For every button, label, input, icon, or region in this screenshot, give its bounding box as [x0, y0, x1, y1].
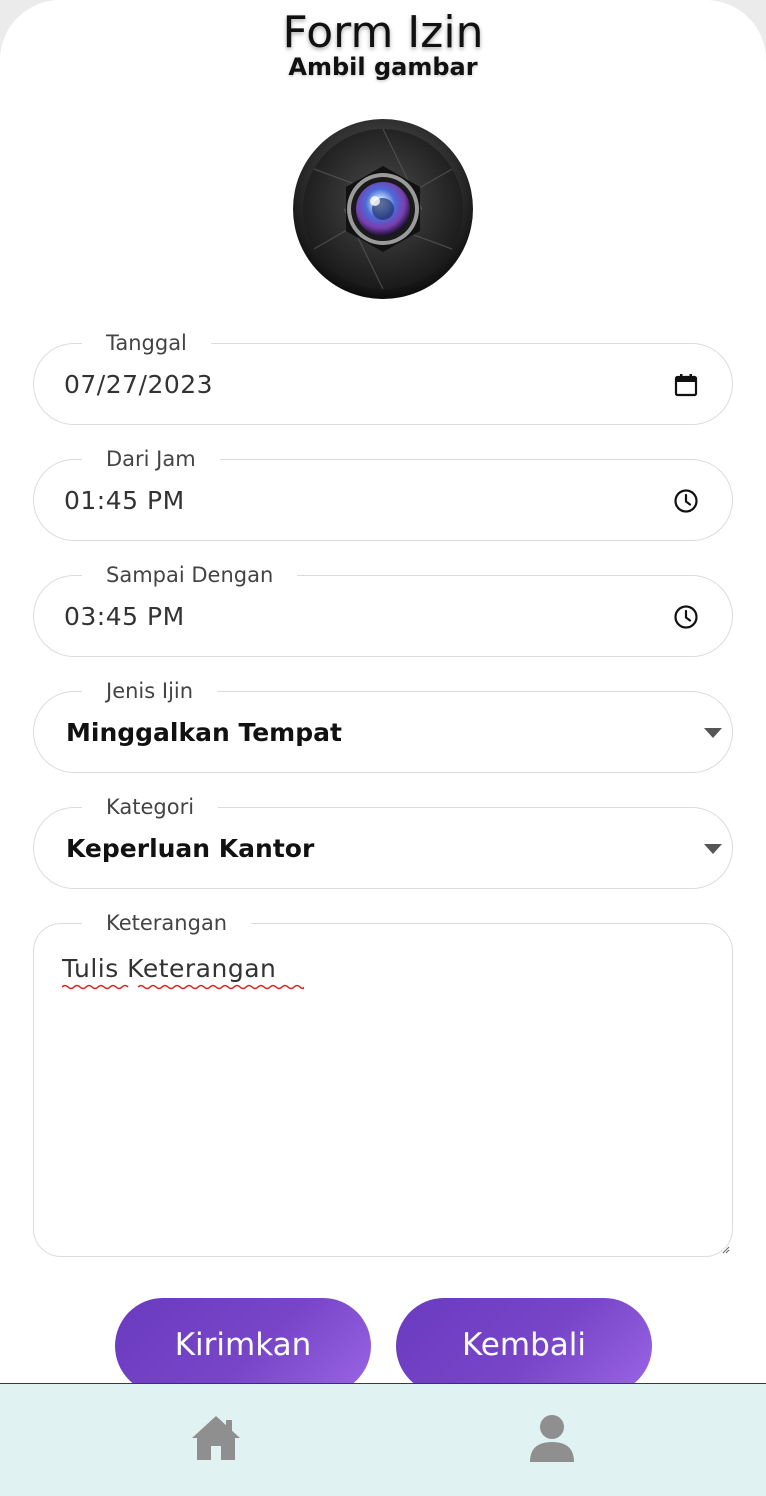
spellcheck-underline	[62, 984, 304, 990]
bottom-nav	[0, 1383, 766, 1496]
camera-lens-icon[interactable]	[292, 118, 474, 300]
back-button[interactable]: Kembali	[396, 1298, 652, 1394]
calendar-icon[interactable]	[673, 372, 699, 398]
date-value[interactable]: 07/27/2023	[64, 370, 213, 400]
start-time-value[interactable]: 01:45 PM	[64, 486, 185, 516]
category-label: Kategori	[82, 793, 219, 821]
start-time-label: Dari Jam	[82, 445, 220, 473]
permit-type-value[interactable]: Minggalkan Tempat	[66, 718, 342, 748]
resize-handle-icon[interactable]	[722, 1246, 730, 1254]
take-picture-label: Ambil gambar	[288, 53, 478, 81]
clock-icon[interactable]	[673, 604, 699, 630]
notes-label: Keterangan	[82, 909, 252, 937]
submit-button[interactable]: Kirimkan	[115, 1298, 371, 1394]
caret-down-icon[interactable]	[704, 728, 722, 738]
end-time-label: Sampai Dengan	[82, 561, 298, 589]
user-icon[interactable]	[526, 1412, 578, 1464]
end-time-value[interactable]: 03:45 PM	[64, 602, 185, 632]
date-field[interactable]: Tanggal 07/27/2023	[33, 329, 733, 425]
notes-placeholder[interactable]: Tulis Keterangan	[62, 954, 276, 984]
category-value[interactable]: Keperluan Kantor	[66, 834, 314, 864]
caret-down-icon[interactable]	[704, 844, 722, 854]
category-select[interactable]: Kategori Keperluan Kantor	[33, 793, 733, 889]
clock-icon[interactable]	[673, 488, 699, 514]
permit-type-select[interactable]: Jenis Ijin Minggalkan Tempat	[33, 677, 733, 773]
date-label: Tanggal	[82, 329, 211, 357]
permit-type-label: Jenis Ijin	[82, 677, 218, 705]
end-time-field[interactable]: Sampai Dengan 03:45 PM	[33, 561, 733, 657]
start-time-field[interactable]: Dari Jam 01:45 PM	[33, 445, 733, 541]
form-sheet: Form Izin Ambil gambar Tanggal 07/27/202…	[0, 0, 766, 1496]
notes-textarea[interactable]: Keterangan Tulis Keterangan	[33, 909, 733, 1257]
home-icon[interactable]	[190, 1412, 242, 1464]
